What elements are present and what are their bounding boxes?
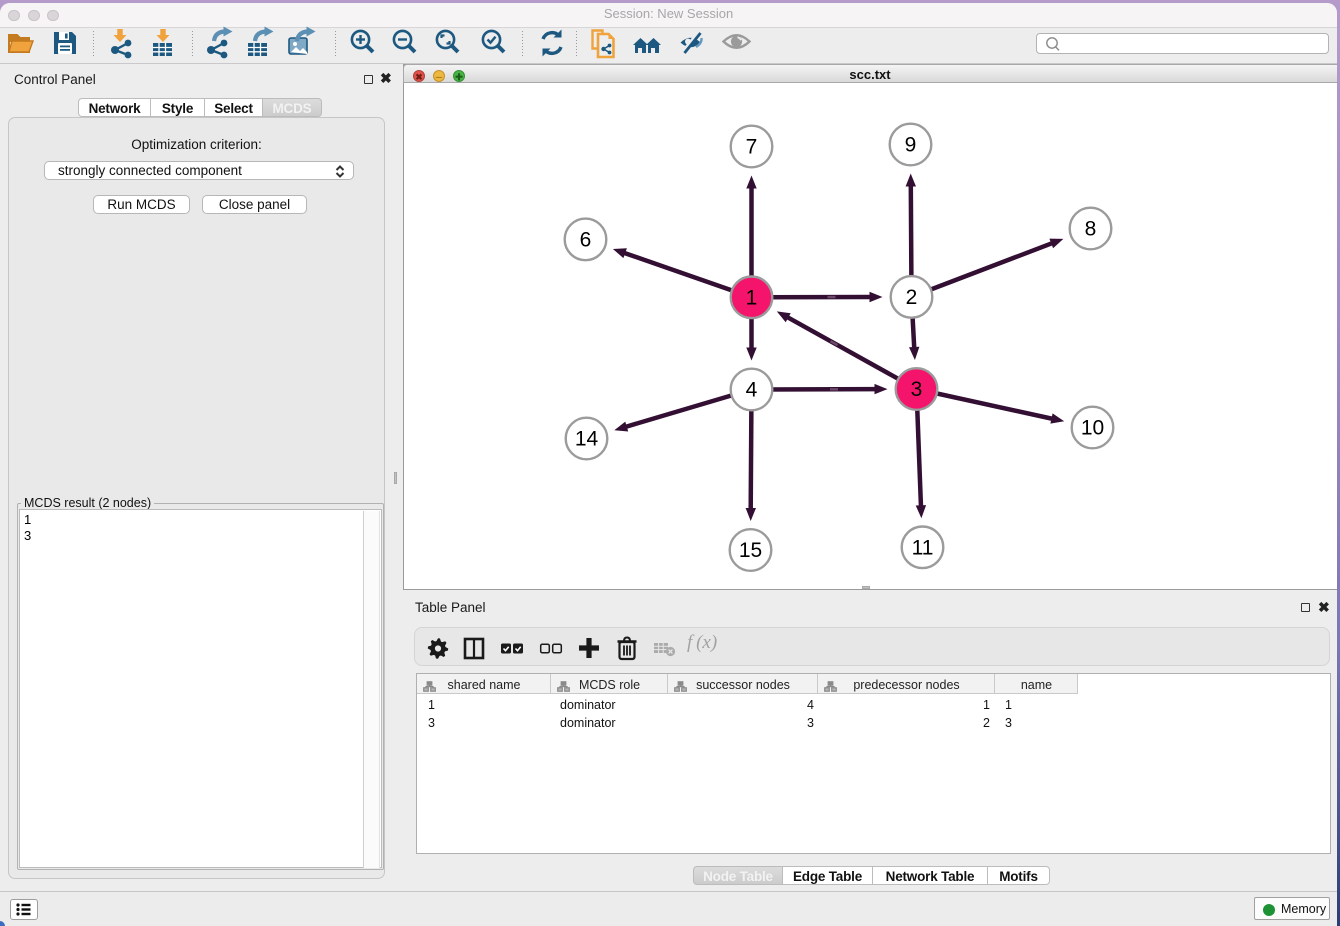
svg-text:14: 14 <box>575 428 599 451</box>
svg-text:1: 1 <box>746 287 758 310</box>
svg-text:7: 7 <box>746 136 758 159</box>
svg-text:8: 8 <box>1085 218 1097 241</box>
svg-text:9: 9 <box>905 134 917 157</box>
svg-text:15: 15 <box>739 539 762 562</box>
svg-text:4: 4 <box>746 379 758 402</box>
svg-text:2: 2 <box>906 286 918 309</box>
svg-text:10: 10 <box>1081 417 1104 440</box>
svg-text:6: 6 <box>580 229 592 252</box>
svg-text:11: 11 <box>912 537 934 560</box>
svg-text:3: 3 <box>911 378 923 401</box>
